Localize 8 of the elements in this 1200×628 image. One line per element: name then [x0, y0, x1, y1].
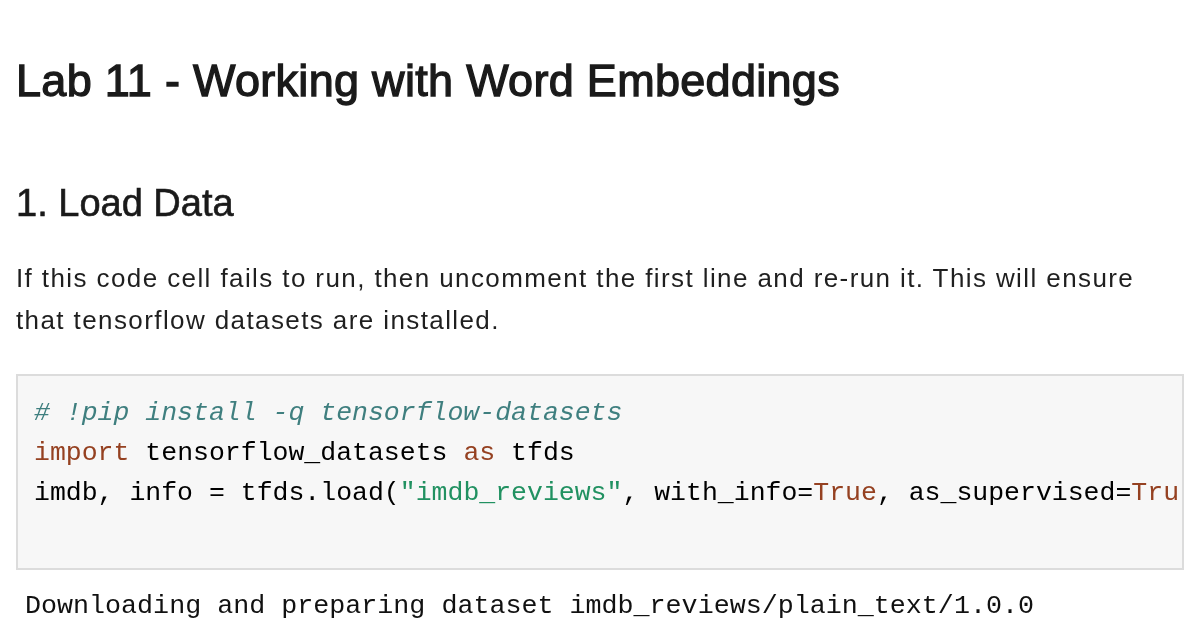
code-line: imdb, info = tfds.load("imdb_reviews", with_info=True, as_supervised=Tru [34, 477, 1180, 510]
section-heading: 1. Load Data [16, 181, 234, 226]
code-line: import tensorflow_datasets as tfds [34, 437, 575, 470]
code-cell[interactable]: # !pip install -q tensorflow-datasets import tensorflow_datasets as tfds imdb, info = tfds.load("imdb_reviews", with_info=True, as_supervised=Tru [16, 374, 1184, 570]
page-title: Lab 11 - Working with Word Embeddings [16, 55, 840, 107]
instruction-paragraph: If this code cell fails to run, then uncomment the first line and re-run it. This will ensure that tensorflow datasets are installed. [16, 262, 1136, 337]
output-text: Downloading and preparing dataset imdb_reviews/plain_text/1.0.0 [25, 590, 1034, 623]
code-line: # !pip install -q tensorflow-datasets [34, 397, 623, 430]
